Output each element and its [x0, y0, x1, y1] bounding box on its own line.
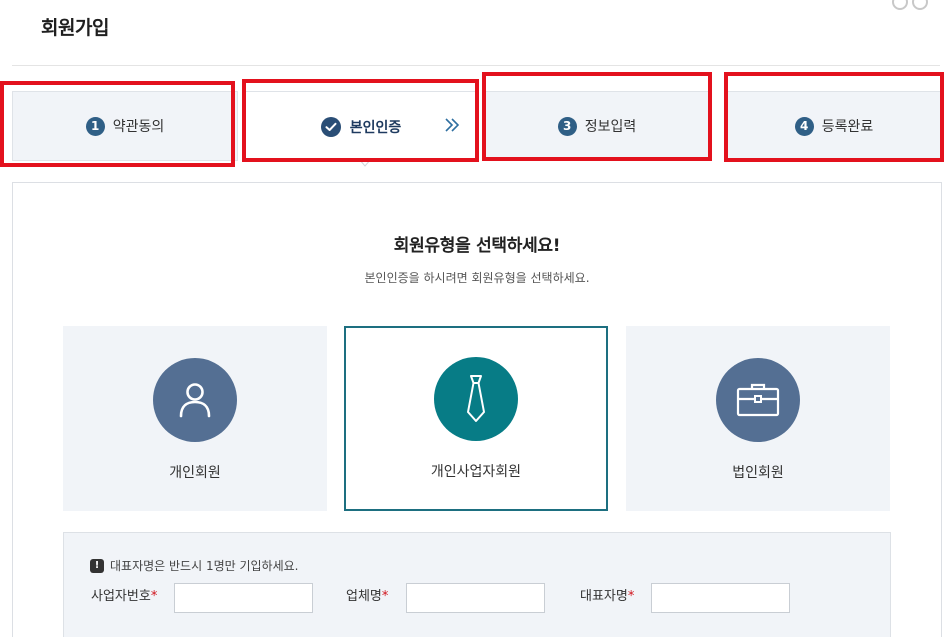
step-label: 본인인증	[349, 119, 402, 136]
step-registration-complete[interactable]: 4 등록완료	[726, 91, 942, 161]
member-type-label: 법인회원	[732, 465, 784, 481]
section-subheading: 본인인증을 하시려면 회원유형을 선택하세요.	[364, 271, 590, 285]
step-progress: 1 약관동의 본인인증 3 정보입력 4 등록완료	[12, 91, 942, 161]
title-divider	[12, 65, 940, 66]
representative-name-input[interactable]	[651, 583, 790, 613]
double-chevron-right-icon	[445, 118, 460, 132]
briefcase-icon	[716, 358, 800, 442]
required-mark: *	[150, 589, 158, 604]
member-type-card-individual[interactable]: 개인회원	[63, 326, 327, 511]
member-type-label: 개인사업자회원	[430, 464, 522, 480]
step-label: 정보입력	[584, 119, 637, 135]
active-step-pointer	[358, 158, 372, 167]
step-info-input[interactable]: 3 정보입력	[484, 91, 710, 161]
step-identity-verification[interactable]: 본인인증	[244, 91, 478, 161]
notice-text: 대표자명은 반드시 1명만 기입하세요.	[110, 559, 299, 573]
person-icon	[153, 358, 237, 442]
check-icon	[320, 116, 341, 137]
business-number-input[interactable]	[174, 583, 313, 613]
required-mark: *	[627, 589, 635, 604]
corner-decoration	[888, 0, 934, 10]
member-type-card-sole-proprietor[interactable]: 개인사업자회원	[344, 326, 608, 511]
step-number-badge: 3	[557, 116, 577, 136]
form-notice: ! 대표자명은 반드시 1명만 기입하세요.	[90, 557, 299, 574]
member-type-card-corporation[interactable]: 법인회원	[626, 326, 890, 511]
step-label: 등록완료	[821, 119, 874, 135]
company-name-label: 업체명*	[346, 589, 389, 604]
section-heading: 회원유형을 선택하세요!	[393, 236, 561, 256]
member-type-label: 개인회원	[169, 465, 221, 481]
business-number-label: 사업자번호*	[91, 589, 158, 604]
exclamation-icon: !	[90, 558, 104, 573]
required-mark: *	[381, 589, 389, 604]
step-terms-agreement[interactable]: 1 약관동의	[12, 91, 238, 161]
step-number-badge: 4	[794, 116, 814, 136]
step-label: 약관동의	[112, 119, 165, 135]
necktie-icon	[434, 357, 518, 441]
page-title: 회원가입	[41, 17, 109, 39]
representative-name-label: 대표자명*	[580, 589, 635, 604]
business-info-form: ! 대표자명은 반드시 1명만 기입하세요. 사업자번호* 업체명* 대표자명*	[63, 532, 891, 637]
company-name-input[interactable]	[406, 583, 545, 613]
member-type-panel: 회원유형을 선택하세요! 본인인증을 하시려면 회원유형을 선택하세요. 개인회…	[12, 182, 942, 637]
step-number-badge: 1	[85, 116, 105, 136]
